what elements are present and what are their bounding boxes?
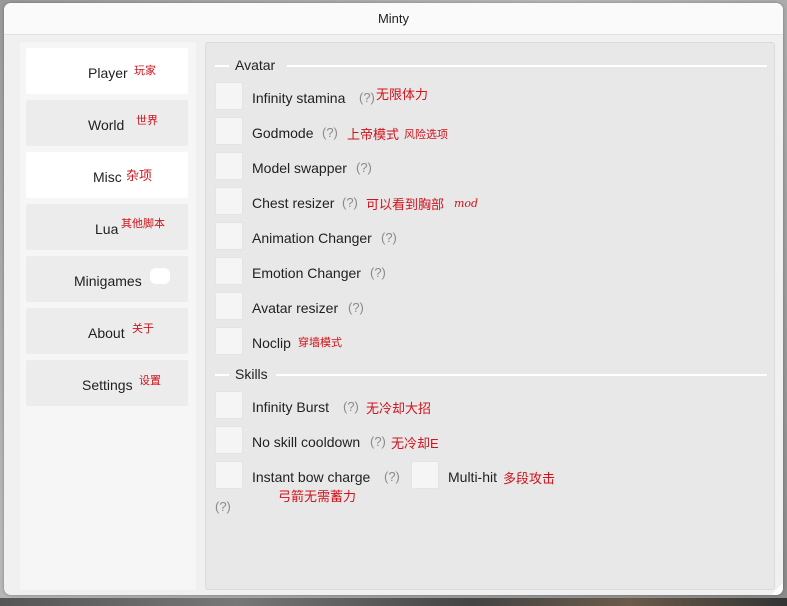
annotation-world: 世界 [136,115,158,127]
main-panel: Avatar Infinity stamina (?) 无限体力 Godmode… [205,42,775,590]
section-title-avatar: Avatar [235,57,276,73]
animation-changer-checkbox[interactable] [215,222,243,250]
section-title-skills: Skills [235,366,268,382]
avatar-resizer-checkbox[interactable] [215,292,243,320]
sidebar: Player 玩家 World 世界 Misc 杂项 Lua 其他脚本 Mini… [20,42,196,590]
annotation-no-skill-cooldown: 无冷却E [391,436,439,451]
no-skill-cooldown-checkbox[interactable] [215,426,243,454]
annotation-lua: 其他脚本 [121,218,165,230]
resize-grip-icon[interactable] [771,583,783,595]
title-bar[interactable]: Minty [4,3,783,35]
godmode-label: Godmode [252,125,314,141]
annotation-infinity-burst: 无冷却大招 [366,401,432,416]
sidebar-item-label: Misc [93,169,122,185]
annotation-chest-resizer-mod: mod [454,197,479,210]
instant-bow-charge-checkbox[interactable] [215,461,243,489]
sidebar-item-label: Settings [82,377,133,393]
annotation-chest-resizer: 可以看到胸部 [366,197,445,212]
godmode-checkbox[interactable] [215,117,243,145]
emotion-changer-label: Emotion Changer [252,265,361,281]
annotation-misc: 杂项 [126,168,153,183]
no-skill-cooldown-label: No skill cooldown [252,434,361,450]
model-swapper-checkbox[interactable] [215,152,243,180]
minty-window: Minty Player 玩家 World 世界 Misc 杂项 Lua 其他脚… [4,3,783,595]
help-icon[interactable]: (?) [384,469,400,484]
infinity-stamina-label: Infinity stamina [252,90,346,106]
section-divider [215,65,229,67]
multi-hit-checkbox[interactable] [411,461,439,489]
help-icon[interactable]: (?) [322,125,338,140]
sidebar-item-label: Lua [95,221,119,237]
sidebar-item-label: Player [88,65,128,81]
annotation-multi-hit: 多段攻击 [503,471,556,486]
help-icon[interactable]: (?) [348,300,364,315]
animation-changer-label: Animation Changer [252,230,372,246]
sidebar-item-label: Minigames [74,273,142,289]
sidebar-item-player[interactable]: Player 玩家 [26,48,188,94]
game-backdrop-strip [0,598,787,606]
section-divider [287,65,767,67]
annotation-godmode-risk: 风险选项 [404,129,448,141]
help-icon[interactable]: (?) [215,499,231,514]
help-icon[interactable]: (?) [356,160,372,175]
sidebar-item-about[interactable]: About 关于 [26,308,188,354]
sidebar-item-world[interactable]: World 世界 [26,100,188,146]
emotion-changer-checkbox[interactable] [215,257,243,285]
annotation-player: 玩家 [134,65,156,77]
sidebar-item-lua[interactable]: Lua 其他脚本 [26,204,188,250]
sidebar-item-minigames[interactable]: Minigames [26,256,188,302]
chest-resizer-checkbox[interactable] [215,187,243,215]
help-icon[interactable]: (?) [359,90,375,105]
sidebar-item-label: World [88,117,125,133]
noclip-label: Noclip [252,335,291,351]
annotation-noclip: 穿墙模式 [298,337,342,349]
avatar-resizer-label: Avatar resizer [252,300,339,316]
annotation-blob [150,268,170,284]
infinity-burst-checkbox[interactable] [215,391,243,419]
section-divider [215,374,229,376]
multi-hit-label: Multi-hit [448,469,498,485]
help-icon[interactable]: (?) [370,265,386,280]
annotation-infinity-stamina: 无限体力 [376,87,429,102]
annotation-about: 关于 [132,323,154,335]
help-icon[interactable]: (?) [342,195,358,210]
help-icon[interactable]: (?) [370,434,386,449]
model-swapper-label: Model swapper [252,160,347,176]
help-icon[interactable]: (?) [343,399,359,414]
sidebar-item-misc[interactable]: Misc 杂项 [26,152,188,198]
infinity-stamina-checkbox[interactable] [215,82,243,110]
chest-resizer-label: Chest resizer [252,195,335,211]
annotation-settings: 设置 [139,375,161,387]
window-title: Minty [377,11,410,26]
sidebar-item-label: About [88,325,125,341]
sidebar-item-settings[interactable]: Settings 设置 [26,360,188,406]
section-divider [276,374,767,376]
help-icon[interactable]: (?) [381,230,397,245]
annotation-instant-bow-charge: 弓箭无需蓄力 [278,489,357,504]
annotation-godmode: 上帝模式 [347,127,400,142]
infinity-burst-label: Infinity Burst [252,399,330,415]
instant-bow-charge-label: Instant bow charge [252,469,371,485]
noclip-checkbox[interactable] [215,327,243,355]
